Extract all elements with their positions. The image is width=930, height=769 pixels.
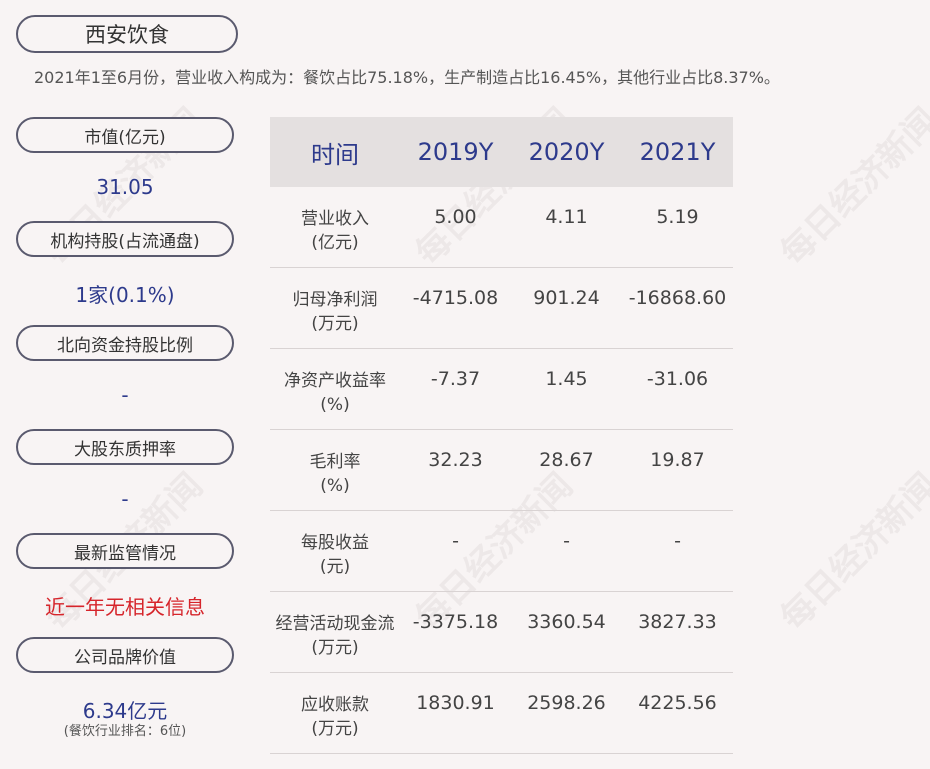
cell-2021: 19.87: [650, 449, 705, 471]
cell-2019: 32.23: [428, 449, 483, 471]
table-row: 经营活动现金流 (万元) -3375.18 3360.54 3827.33: [270, 592, 733, 673]
cell-2021: 5.19: [656, 206, 699, 228]
header-2019: 2019Y: [417, 138, 494, 166]
watermark: 每日经济新闻: [773, 465, 930, 639]
row-label: 净资产收益率 (%): [284, 371, 386, 415]
pledge-rate-label: 大股东质押率: [16, 429, 234, 465]
table-row: 应收账款 (万元) 1830.91 2598.26 4225.56: [270, 673, 733, 754]
revenue-summary: 2021年1至6月份，营业收入构成为：餐饮占比75.18%，生产制造占比16.4…: [34, 68, 780, 87]
cell-2020: 1.45: [545, 368, 588, 390]
header-time: 时间: [311, 140, 359, 169]
row-label: 经营活动现金流 (万元): [275, 614, 395, 658]
table-row: 归母净利润 (万元) -4715.08 901.24 -16868.60: [270, 268, 733, 349]
table-header: 时间 2019Y 2020Y 2021Y: [270, 117, 733, 187]
cell-2019: 5.00: [434, 206, 477, 228]
table-row: 每股收益 (元) - - -: [270, 511, 733, 592]
header-2020: 2020Y: [528, 138, 605, 166]
northbound-ratio-value: -: [121, 383, 129, 407]
cell-2020: 2598.26: [527, 692, 606, 714]
pledge-rate-value: -: [121, 487, 129, 511]
regulation-value: 近一年无相关信息: [45, 595, 205, 619]
market-cap-label: 市值(亿元): [16, 117, 234, 153]
cell-2019: -3375.18: [412, 611, 499, 633]
table-row: 毛利率 (%) 32.23 28.67 19.87: [270, 430, 733, 511]
cell-2020: 4.11: [545, 206, 588, 228]
cell-2021: -31.06: [646, 368, 709, 390]
financial-table: 时间 2019Y 2020Y 2021Y 营业收入 (亿元) 5.00 4.11 …: [270, 117, 733, 754]
market-cap-value: 31.05: [96, 175, 154, 199]
cell-2019: 1830.91: [416, 692, 495, 714]
northbound-ratio-label: 北向资金持股比例: [16, 325, 234, 361]
cell-2021: -16868.60: [628, 287, 727, 309]
institution-holding-label: 机构持股(占流通盘): [16, 221, 234, 257]
brand-rank-note: (餐饮行业排名：6位): [63, 724, 187, 739]
cell-2020: 901.24: [533, 287, 600, 309]
cell-2020: 28.67: [539, 449, 594, 471]
cell-2021: 4225.56: [638, 692, 717, 714]
row-label: 每股收益 (元): [301, 533, 369, 577]
row-label: 归母净利润 (万元): [292, 290, 378, 334]
cell-2020: 3360.54: [527, 611, 606, 633]
cell-2019: -7.37: [430, 368, 481, 390]
brand-value-label: 公司品牌价值: [16, 637, 234, 673]
row-label: 应收账款 (万元): [301, 695, 369, 739]
row-label: 毛利率 (%): [309, 452, 361, 496]
cell-2019: -4715.08: [412, 287, 499, 309]
company-title: 西安饮食: [16, 15, 238, 53]
table-row: 净资产收益率 (%) -7.37 1.45 -31.06: [270, 349, 733, 430]
institution-holding-value: 1家(0.1%): [75, 283, 175, 307]
row-label: 营业收入 (亿元): [301, 209, 369, 253]
cell-2020: -: [563, 530, 570, 552]
regulation-label: 最新监管情况: [16, 533, 234, 569]
watermark: 每日经济新闻: [773, 100, 930, 274]
cell-2019: -: [452, 530, 459, 552]
cell-2021: 3827.33: [638, 611, 717, 633]
cell-2021: -: [674, 530, 681, 552]
header-2021: 2021Y: [639, 138, 716, 166]
table-row: 营业收入 (亿元) 5.00 4.11 5.19: [270, 187, 733, 268]
